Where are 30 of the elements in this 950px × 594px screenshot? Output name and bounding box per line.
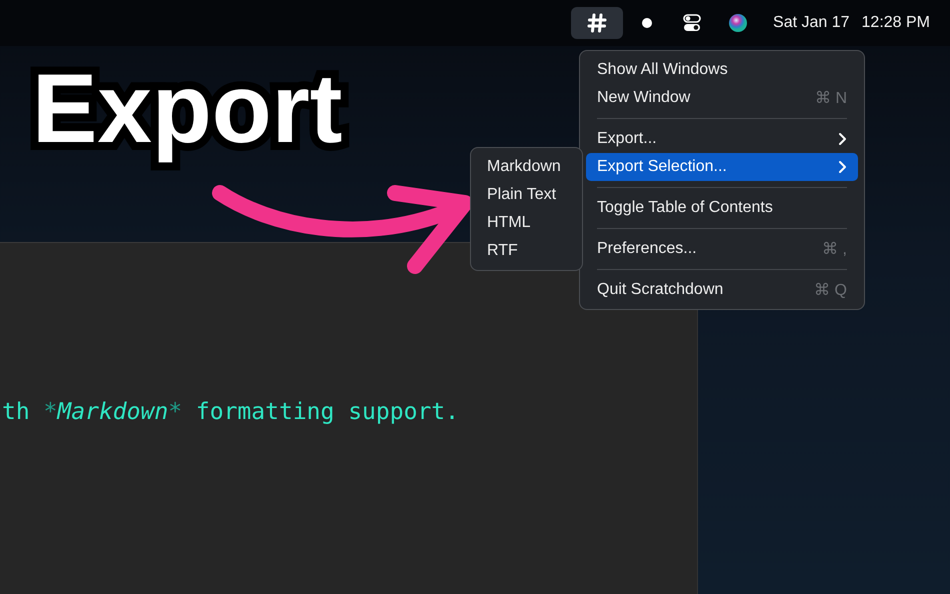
- menu-item-label: Show All Windows: [597, 61, 729, 79]
- editor-text-line: th *Markdown* formatting support.: [2, 399, 460, 425]
- menu-bar-time: 12:28 PM: [862, 14, 930, 32]
- menu-item[interactable]: Preferences... ⌘ ,: [586, 235, 858, 263]
- dot-icon: [642, 18, 652, 28]
- menu-item[interactable]: Export Selection...: [586, 153, 858, 181]
- menu-item[interactable]: Export...: [586, 125, 858, 153]
- shortcut-label: ⌘ Q: [814, 281, 847, 300]
- menu-item-label: Preferences...: [597, 240, 698, 258]
- caption-title: Export: [32, 52, 342, 165]
- menu-item[interactable]: Toggle Table of Contents: [586, 194, 858, 222]
- orb-icon: [729, 14, 748, 32]
- menu-item-label: Export Selection...: [597, 158, 728, 176]
- menu-item[interactable]: Show All Windows: [586, 56, 858, 84]
- menu-item-label: Toggle Table of Contents: [597, 199, 774, 217]
- menu-item-label: New Window: [597, 89, 692, 107]
- menu-item[interactable]: New Window ⌘ N: [586, 84, 858, 112]
- hash-icon: [587, 13, 608, 33]
- menu-item-label: Quit Scratchdown: [597, 281, 724, 299]
- menu-item[interactable]: Quit Scratchdown ⌘ Q: [586, 276, 858, 304]
- toggle-switches-icon: [683, 14, 702, 32]
- menu-item-label: Export...: [597, 130, 658, 148]
- hash-menu-button[interactable]: [571, 7, 624, 39]
- submenu-item[interactable]: HTML: [471, 209, 582, 237]
- submenu-item[interactable]: Markdown: [471, 153, 582, 181]
- menu-bar-date: Sat Jan 17: [773, 14, 850, 32]
- shortcut-label: ⌘ N: [815, 89, 847, 108]
- submenu-item[interactable]: RTF: [471, 237, 582, 265]
- shortcut-label: ⌘ ,: [822, 240, 847, 259]
- submenu-item[interactable]: Plain Text: [471, 181, 582, 209]
